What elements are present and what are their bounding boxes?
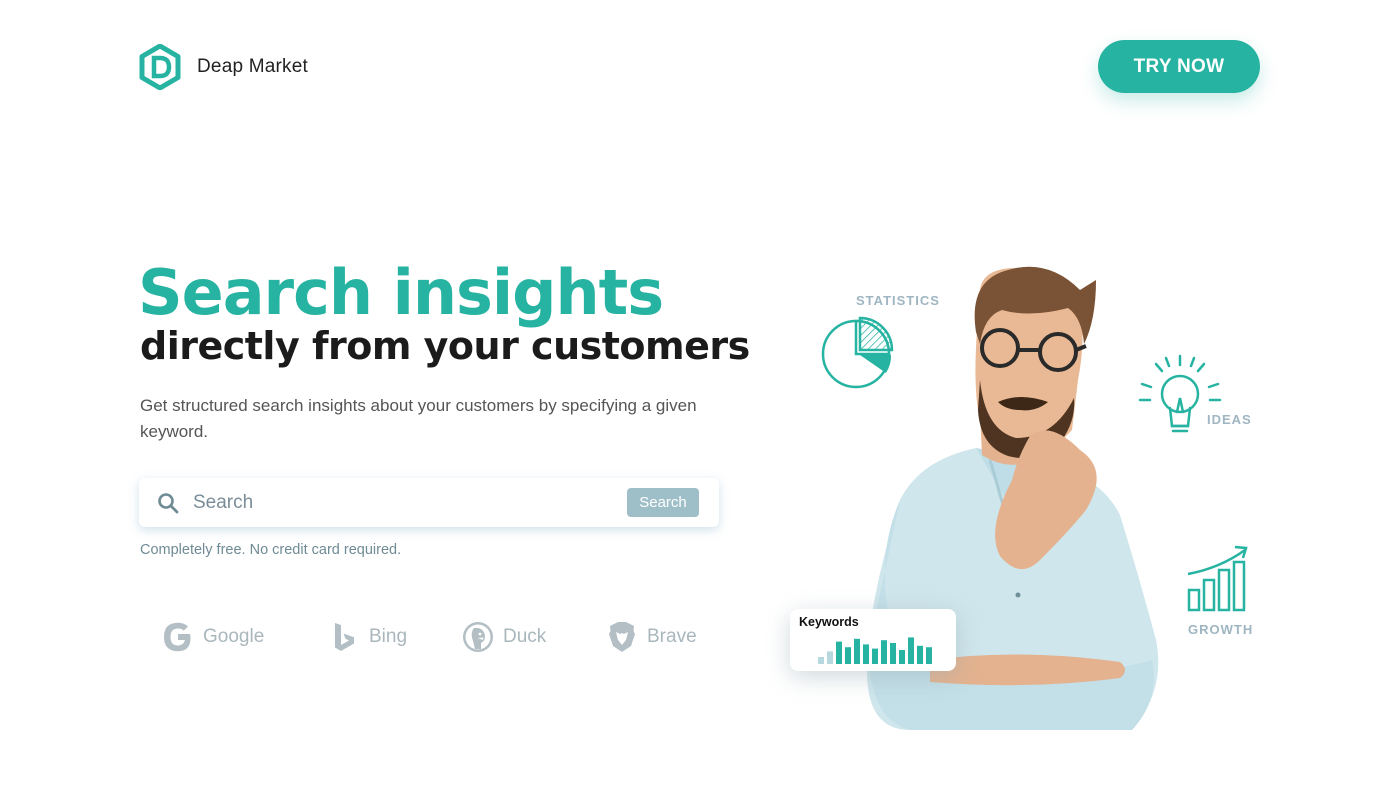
keywords-bar-chart <box>818 637 932 664</box>
keyword-bar <box>836 641 842 664</box>
search-button[interactable]: Search <box>627 488 699 517</box>
bing-icon <box>335 623 354 651</box>
hero-description: Get structured search insights about you… <box>140 396 697 441</box>
search-bar: Search <box>139 478 719 527</box>
engine-label: Duck <box>503 626 547 647</box>
keyword-bar <box>845 647 851 664</box>
duckduckgo-icon <box>463 622 493 652</box>
keyword-bar <box>917 645 923 664</box>
hero-subtitle: directly from your customers <box>140 324 750 368</box>
keyword-bar <box>926 647 932 664</box>
google-icon <box>164 622 191 652</box>
engine-label: Google <box>203 626 265 647</box>
brave-icon <box>609 622 635 652</box>
pie-chart-icon <box>821 316 894 389</box>
logo-hexagon-icon <box>139 44 181 90</box>
engine-label: Brave <box>647 626 697 647</box>
ideas-label: IDEAS <box>1207 412 1252 427</box>
try-now-button[interactable]: TRY NOW <box>1098 40 1260 93</box>
brand-name: Deap Market <box>197 56 308 77</box>
hero-title: Search insights <box>138 256 664 329</box>
hero-illustration: STATISTICS IDEAS GROWTH Keywords <box>780 260 1280 730</box>
keyword-bar <box>818 657 824 664</box>
engine-brave[interactable]: Brave <box>605 620 697 654</box>
keyword-bar <box>899 650 905 664</box>
statistics-label: STATISTICS <box>856 293 940 308</box>
engine-duck[interactable]: Duck <box>461 620 546 654</box>
free-note: Completely free. No credit card required… <box>140 542 402 558</box>
keyword-bar <box>872 648 878 664</box>
search-input[interactable] <box>193 488 613 518</box>
keyword-bar <box>854 638 860 664</box>
engine-bing[interactable]: Bing <box>327 620 407 654</box>
keyword-bar <box>881 640 887 664</box>
growth-chart-icon <box>1187 545 1248 612</box>
keyword-bar <box>890 643 896 664</box>
engine-label: Bing <box>369 626 408 647</box>
keyword-bar <box>863 644 869 664</box>
engine-google[interactable]: Google <box>161 620 264 654</box>
keywords-card: Keywords <box>790 609 956 671</box>
growth-label: GROWTH <box>1188 622 1254 637</box>
brand-logo[interactable]: Deap Market <box>139 44 308 90</box>
keyword-bar <box>908 637 914 664</box>
search-icon <box>158 493 179 514</box>
keyword-bar <box>827 651 833 664</box>
